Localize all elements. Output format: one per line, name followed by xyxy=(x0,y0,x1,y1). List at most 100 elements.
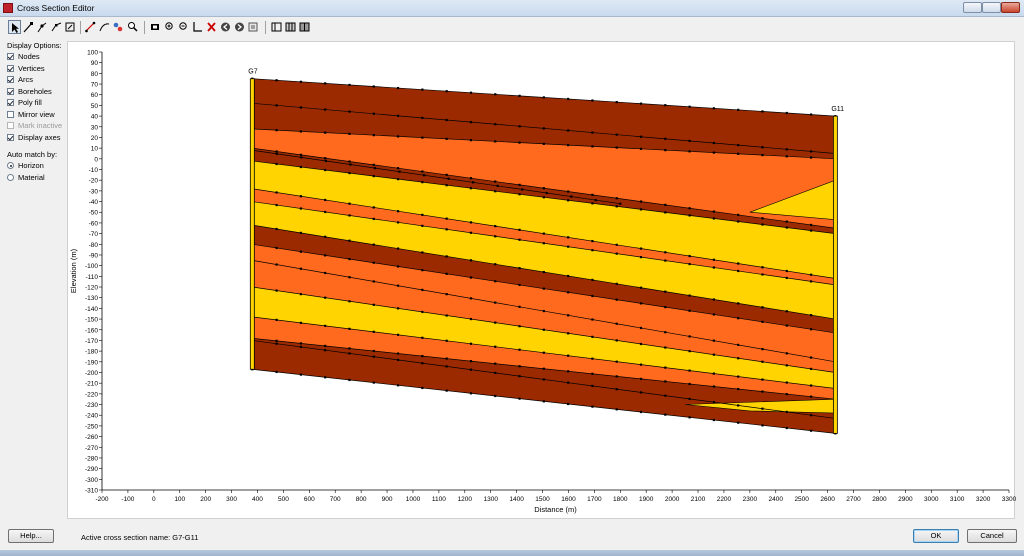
arc-vertex xyxy=(615,252,618,255)
arc-vertex xyxy=(421,181,424,184)
arc-vertex xyxy=(396,167,400,170)
arc-vertex xyxy=(372,163,375,166)
arc-vertex xyxy=(494,225,497,228)
arc-vertex xyxy=(737,343,740,346)
arc-vertex xyxy=(445,137,448,140)
help-button[interactable]: Help... xyxy=(8,529,54,543)
x-tick-label: -200 xyxy=(95,496,108,503)
arc-vertex xyxy=(737,375,740,378)
arc-vertex xyxy=(737,262,740,265)
arc-vertex xyxy=(545,191,548,195)
x-tick-label: 2100 xyxy=(691,496,706,503)
arc-vertex xyxy=(469,317,473,321)
arc-vertex xyxy=(639,377,643,380)
arc-vertex xyxy=(372,303,375,306)
arc-vertex xyxy=(594,199,597,202)
arc-vertex xyxy=(785,352,788,355)
arc-vertex xyxy=(664,305,667,309)
arc-vertex xyxy=(737,152,740,155)
arc-vertex xyxy=(275,289,278,292)
arc-vertex xyxy=(688,150,691,153)
arc-vertex xyxy=(396,178,400,181)
arc-vertex xyxy=(275,129,278,132)
cancel-button[interactable]: Cancel xyxy=(967,529,1017,543)
arc-vertex xyxy=(469,342,473,345)
arc-vertex xyxy=(396,333,400,336)
arc-vertex xyxy=(785,269,788,273)
arc-vertex xyxy=(372,349,375,353)
y-tick-label: -130 xyxy=(85,295,98,302)
arc-vertex xyxy=(494,140,497,143)
arc-vertex xyxy=(567,370,570,373)
y-tick-label: -40 xyxy=(89,199,99,206)
y-tick-label: -150 xyxy=(85,317,98,324)
arc-vertex xyxy=(396,210,400,213)
arc-vertex xyxy=(712,151,716,154)
cross-section-canvas[interactable]: G7G111009080706050403020100-10-20-30-40-… xyxy=(0,0,1024,520)
arc-vertex xyxy=(494,321,497,324)
arc-vertex xyxy=(348,378,351,382)
arc-vertex xyxy=(372,112,375,115)
x-tick-label: 200 xyxy=(200,496,211,503)
arc-vertex xyxy=(396,358,400,362)
y-tick-label: -240 xyxy=(85,413,98,420)
arc-vertex xyxy=(542,351,545,354)
arc-vertex xyxy=(372,280,375,283)
arc-vertex xyxy=(349,163,352,166)
ok-button[interactable]: OK xyxy=(913,529,959,543)
arc-vertex xyxy=(615,282,618,285)
arc-vertex xyxy=(688,294,691,297)
x-tick-label: 2300 xyxy=(743,496,758,503)
arc-vertex xyxy=(447,177,450,180)
arc-vertex xyxy=(299,207,302,210)
y-tick-label: -160 xyxy=(85,327,98,334)
x-tick-label: 1800 xyxy=(613,496,628,503)
arc-vertex xyxy=(712,210,716,213)
arc-vertex xyxy=(494,180,497,183)
arc-vertex xyxy=(615,375,618,378)
arc-vertex xyxy=(348,171,351,175)
arc-vertex xyxy=(396,135,400,138)
arc-vertex xyxy=(299,165,302,169)
arc-vertex xyxy=(664,346,667,349)
arc-vertex xyxy=(809,314,813,317)
y-tick-label: 10 xyxy=(91,146,99,153)
arc-vertex xyxy=(421,269,424,272)
y-tick-label: -250 xyxy=(85,423,98,430)
arc-vertex xyxy=(421,310,424,314)
arc-vertex xyxy=(785,364,788,367)
arc-vertex xyxy=(396,284,400,287)
arc-vertex xyxy=(664,394,667,397)
arc-vertex xyxy=(445,90,448,93)
x-tick-label: 3000 xyxy=(924,496,939,503)
arc-vertex xyxy=(664,331,667,334)
arc-vertex xyxy=(469,221,473,224)
arc-vertex xyxy=(785,426,788,430)
arc-vertex xyxy=(542,127,545,130)
arc-vertex xyxy=(639,410,643,414)
arc-vertex xyxy=(737,317,740,320)
arc-vertex xyxy=(591,239,594,243)
arc-vertex xyxy=(494,301,497,304)
arc-vertex xyxy=(664,251,667,254)
arc-vertex xyxy=(445,339,448,342)
arc-vertex xyxy=(494,394,497,398)
arc-vertex xyxy=(809,273,813,276)
arc-vertex xyxy=(445,228,448,231)
arc-vertex xyxy=(348,160,351,163)
arc-vertex xyxy=(567,190,570,193)
arc-vertex xyxy=(299,231,302,234)
arc-vertex xyxy=(809,395,813,398)
arc-vertex xyxy=(761,407,764,410)
arc-vertex xyxy=(469,297,473,300)
arc-vertex xyxy=(591,318,594,321)
arc-vertex xyxy=(688,382,691,386)
x-tick-label: 2400 xyxy=(769,496,784,503)
arc-vertex xyxy=(761,223,764,226)
borehole-label: G7 xyxy=(248,69,257,76)
arc-vertex xyxy=(469,187,473,190)
x-tick-label: 1600 xyxy=(561,496,576,503)
arc-vertex xyxy=(664,104,667,107)
arc-vertex xyxy=(299,267,302,270)
arc-vertex xyxy=(299,106,302,109)
